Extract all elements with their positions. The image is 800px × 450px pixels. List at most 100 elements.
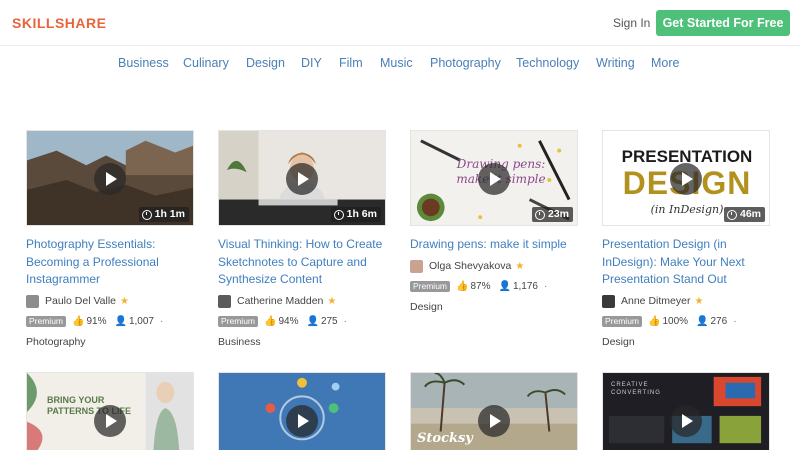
nav-item-writing[interactable]: Writing <box>596 56 635 70</box>
student-count: 276 <box>710 316 728 327</box>
duration-text: 46m <box>739 208 761 220</box>
star-icon: ★ <box>120 295 129 307</box>
separator-dot: · <box>343 316 347 327</box>
class-title[interactable]: Drawing pens: make it simple <box>410 236 580 254</box>
likes-percent: 100% <box>662 316 689 327</box>
class-card[interactable] <box>218 372 388 450</box>
thumbnail-caption: CREATIVE CONVERTING <box>611 382 661 396</box>
person-icon: 👤 <box>306 316 319 327</box>
stats-row: Premium 👍 100% 👤 276 · <box>602 315 772 329</box>
avatar[interactable] <box>218 294 231 308</box>
stats-row: Premium 👍 91% 👤 1,007 · <box>26 315 196 329</box>
class-card[interactable]: Stocksy <box>410 372 580 450</box>
class-thumbnail[interactable]: BRING YOUR PATTERNS TO LIFE <box>26 372 194 450</box>
avatar[interactable] <box>26 294 39 308</box>
premium-badge: Premium <box>602 316 643 327</box>
class-thumbnail[interactable]: 1h 6m <box>218 130 386 226</box>
thumbs-up-icon: 👍 <box>648 316 661 327</box>
duration-text: 1h 6m <box>346 208 377 220</box>
separator-dot: · <box>543 281 548 292</box>
person-icon: 👤 <box>114 316 127 327</box>
class-title[interactable]: Photography Essentials: Becoming a Profe… <box>26 236 196 289</box>
nav-item-technology[interactable]: Technology <box>516 56 579 70</box>
class-category[interactable]: Business <box>218 336 388 348</box>
duration-text: 1h 1m <box>154 208 185 220</box>
author-row: Anne Ditmeyer ★ <box>602 294 772 309</box>
play-icon[interactable] <box>94 405 126 437</box>
class-card[interactable]: Drawing pens: make it simple 23m Drawing… <box>410 130 580 313</box>
duration-badge: 46m <box>723 207 765 222</box>
nav-item-more[interactable]: More <box>651 56 679 70</box>
author-name[interactable]: Olga Shevyakova <box>429 260 511 272</box>
star-icon: ★ <box>515 260 525 272</box>
separator-dot: · <box>159 316 164 327</box>
nav-item-photography[interactable]: Photography <box>430 56 501 70</box>
nav-item-business[interactable]: Business <box>118 56 169 70</box>
play-icon[interactable] <box>478 405 510 437</box>
class-category[interactable]: Photography <box>26 336 196 348</box>
student-count: 275 <box>320 316 338 327</box>
nav-item-film[interactable]: Film <box>339 56 363 70</box>
nav-item-culinary[interactable]: Culinary <box>183 56 229 70</box>
class-thumbnail[interactable]: CREATIVE CONVERTING <box>602 372 770 450</box>
class-card[interactable]: PRESENTATION DESIGN (in InDesign) 46m Pr… <box>602 130 772 348</box>
nav-item-music[interactable]: Music <box>380 56 413 70</box>
nav-item-design[interactable]: Design <box>246 56 285 70</box>
class-thumbnail[interactable]: 1h 1m <box>26 130 194 226</box>
author-name[interactable]: Anne Ditmeyer <box>621 295 690 307</box>
stats-row: Premium 👍 87% 👤 1,176 · <box>410 280 580 294</box>
duration-badge: 23m <box>531 207 573 222</box>
class-card[interactable]: CREATIVE CONVERTING <box>602 372 772 450</box>
play-icon[interactable] <box>670 163 702 195</box>
class-thumbnail[interactable]: PRESENTATION DESIGN (in InDesign) 46m <box>602 130 770 226</box>
category-nav: Business Culinary Design DIY Film Music … <box>0 54 800 72</box>
play-icon[interactable] <box>670 405 702 437</box>
class-category[interactable]: Design <box>602 336 772 348</box>
duration-text: 23m <box>547 208 569 220</box>
premium-badge: Premium <box>218 316 259 327</box>
play-icon[interactable] <box>478 163 510 195</box>
thumbs-up-icon: 👍 <box>72 316 85 327</box>
play-icon[interactable] <box>94 163 126 195</box>
likes-percent: 87% <box>470 281 491 292</box>
clock-icon <box>534 209 545 220</box>
likes-percent: 91% <box>86 316 107 327</box>
author-row: Catherine Madden ★ <box>218 294 388 309</box>
avatar[interactable] <box>602 294 615 308</box>
class-card[interactable]: BRING YOUR PATTERNS TO LIFE <box>26 372 196 450</box>
clock-icon <box>726 209 737 220</box>
get-started-button[interactable]: Get Started For Free <box>656 10 790 36</box>
author-name[interactable]: Catherine Madden <box>237 295 323 307</box>
class-title[interactable]: Visual Thinking: How to Create Sketchnot… <box>218 236 388 289</box>
class-card[interactable]: 1h 6m Visual Thinking: How to Create Ske… <box>218 130 388 348</box>
duration-badge: 1h 1m <box>138 207 189 222</box>
class-category[interactable]: Design <box>410 301 580 313</box>
stats-row: Premium 👍 94% 👤 275 · <box>218 315 388 329</box>
star-icon: ★ <box>694 295 704 307</box>
skillshare-logo[interactable]: SKILLSHARE <box>12 15 106 31</box>
sign-in-link[interactable]: Sign In <box>613 16 650 30</box>
student-count: 1,176 <box>512 281 538 292</box>
thumbs-up-icon: 👍 <box>264 316 277 327</box>
class-thumbnail[interactable] <box>218 372 386 450</box>
person-icon: 👤 <box>498 281 511 292</box>
premium-badge: Premium <box>26 316 67 327</box>
thumbnail-watermark: Stocksy <box>417 431 473 446</box>
class-card[interactable]: 1h 1m Photography Essentials: Becoming a… <box>26 130 196 348</box>
star-icon: ★ <box>327 295 337 307</box>
play-icon[interactable] <box>286 163 318 195</box>
student-count: 1,007 <box>128 316 154 327</box>
likes-percent: 94% <box>278 316 299 327</box>
class-thumbnail[interactable]: Stocksy <box>410 372 578 450</box>
clock-icon <box>333 209 344 220</box>
play-icon[interactable] <box>286 405 318 437</box>
nav-item-diy[interactable]: DIY <box>301 56 322 70</box>
person-icon: 👤 <box>696 316 709 327</box>
class-thumbnail[interactable]: Drawing pens: make it simple 23m <box>410 130 578 226</box>
class-title[interactable]: Presentation Design (in InDesign): Make … <box>602 236 772 289</box>
clock-icon <box>141 209 152 220</box>
author-name[interactable]: Paulo Del Valle <box>45 295 116 307</box>
duration-badge: 1h 6m <box>330 207 381 222</box>
avatar[interactable] <box>410 259 423 273</box>
site-header: SKILLSHARE Sign In Get Started For Free <box>0 0 800 46</box>
